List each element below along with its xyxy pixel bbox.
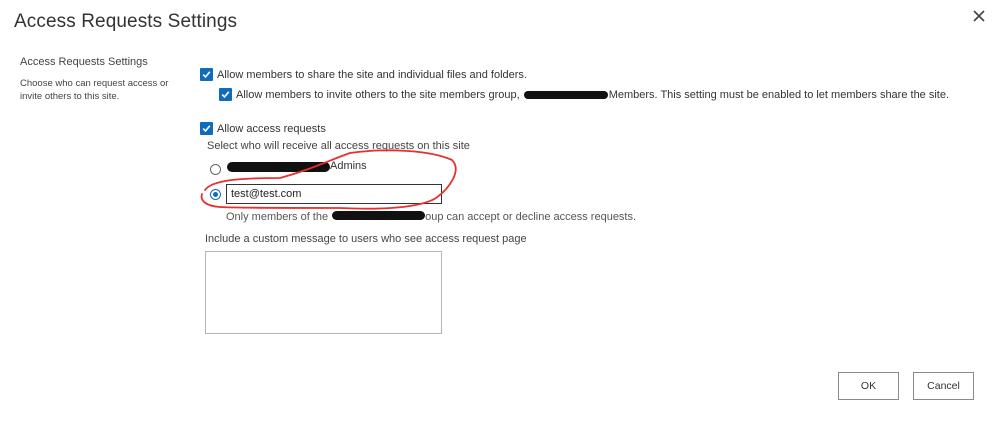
allow-access-requests-row: Allow access requests: [200, 122, 326, 135]
members-note-suffix: oup can accept or decline access request…: [425, 211, 637, 223]
checkmark-icon: [221, 91, 230, 99]
checkmark-icon: [202, 71, 211, 79]
receivers-label: Select who will receive all access reque…: [207, 140, 470, 152]
receiver-option-email: [210, 189, 225, 200]
allow-members-share-label: Allow members to share the site and indi…: [217, 68, 527, 81]
access-requests-dialog: Access Requests Settings Access Requests…: [0, 0, 999, 430]
allow-invite-checkbox[interactable]: [219, 88, 232, 101]
redacted-group-name: [523, 90, 608, 99]
custom-message-label: Include a custom message to users who se…: [205, 233, 527, 245]
email-radio[interactable]: [210, 189, 221, 200]
custom-message-textarea[interactable]: [205, 251, 442, 334]
cancel-button[interactable]: Cancel: [913, 372, 974, 400]
ok-button[interactable]: OK: [838, 372, 899, 400]
receiver-option-owners: Admins: [210, 160, 367, 175]
checkmark-icon: [202, 125, 211, 133]
allow-access-requests-checkbox[interactable]: [200, 122, 213, 135]
allow-members-share-checkbox[interactable]: [200, 68, 213, 81]
dialog-title: Access Requests Settings: [14, 11, 238, 32]
section-title: Access Requests Settings: [20, 56, 148, 68]
owners-option-label-suffix: Admins: [330, 159, 367, 172]
members-note: Only members of the oup can accept or de…: [226, 210, 637, 223]
allow-access-requests-label: Allow access requests: [217, 122, 326, 135]
close-icon[interactable]: [969, 6, 989, 26]
allow-invite-row: Allow members to invite others to the si…: [219, 88, 949, 101]
section-description: Choose who can request access or invite …: [20, 78, 169, 102]
redacted-members-group: [332, 210, 426, 220]
access-request-email-input[interactable]: [226, 184, 442, 204]
owners-radio[interactable]: [210, 164, 221, 175]
redacted-owners-group: [227, 161, 330, 172]
allow-members-share-row: Allow members to share the site and indi…: [200, 68, 527, 81]
allow-invite-label-prefix: Allow members to invite others to the si…: [236, 88, 520, 101]
allow-invite-label-suffix: Members. This setting must be enabled to…: [608, 88, 950, 101]
members-note-prefix: Only members of the: [226, 211, 329, 223]
